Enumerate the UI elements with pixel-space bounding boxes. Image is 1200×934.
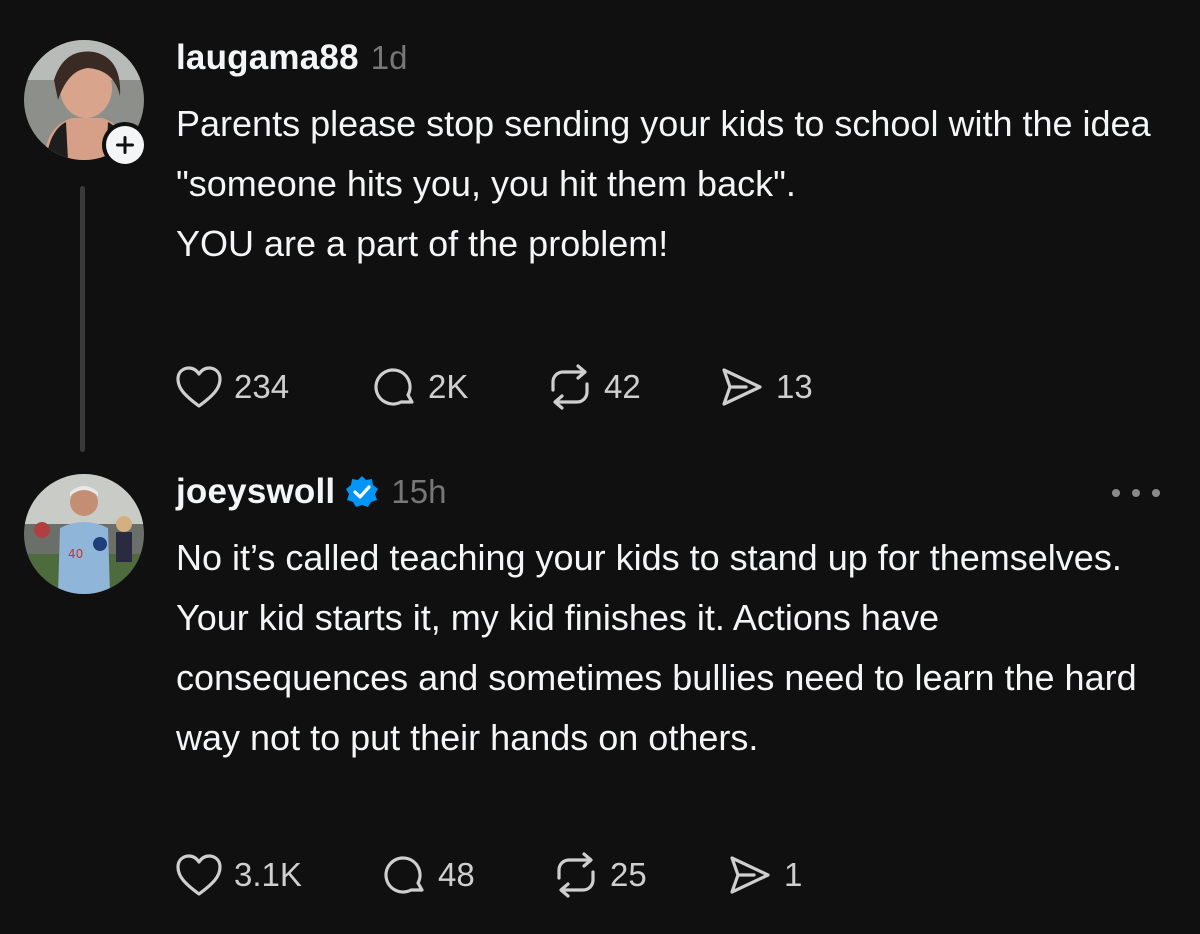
follow-button[interactable] [102,122,148,168]
post-header: joeyswoll 15h [176,472,446,512]
reply-count: 48 [438,856,475,893]
plus-icon [116,136,134,154]
like-count: 234 [234,368,290,405]
more-dots-icon [1152,489,1160,497]
repost-icon [551,364,589,410]
action-bar: 3.1K 48 25 1 [174,852,802,898]
heart-icon [176,854,222,896]
comment-icon [374,368,414,406]
post-paragraph: No it’s called teaching your kids to sta… [176,537,1137,758]
repost-count: 25 [610,856,647,893]
reply-button[interactable]: 2K [370,364,546,410]
comment-icon [384,856,424,894]
reply-button[interactable]: 48 [380,852,552,898]
username[interactable]: joeyswoll [176,472,335,512]
post-paragraph: YOU are a part of the problem! [176,223,669,264]
repost-count: 42 [604,368,641,405]
share-count: 1 [784,856,803,893]
post-text: No it’s called teaching your kids to sta… [176,528,1166,768]
avatar-image: 40 [24,474,144,594]
share-icon [722,368,762,406]
verified-badge-icon [346,476,379,507]
share-button[interactable]: 13 [718,364,813,410]
repost-icon [557,852,595,898]
share-icon [730,856,770,894]
more-dots-icon [1112,489,1120,497]
timestamp[interactable]: 15h [391,473,446,511]
like-count: 3.1K [234,856,302,893]
share-button[interactable]: 1 [726,852,802,898]
timestamp[interactable]: 1d [371,39,408,77]
username[interactable]: laugama88 [176,38,359,78]
share-count: 13 [776,368,813,405]
post-header: laugama88 1d [176,38,407,78]
more-options-button[interactable] [1112,482,1160,504]
more-dots-icon [1132,489,1140,497]
avatar-joeyswoll[interactable]: 40 [24,474,144,594]
action-bar: 234 2K 42 13 [174,364,813,410]
repost-button[interactable]: 42 [546,364,718,410]
repost-button[interactable]: 25 [552,852,726,898]
thread-connector-line [80,186,85,452]
heart-icon [176,366,222,408]
like-button[interactable]: 234 [174,364,370,410]
reply-count: 2K [428,368,469,405]
post-paragraph: Parents please stop sending your kids to… [176,103,1151,204]
like-button[interactable]: 3.1K [174,852,380,898]
svg-text:40: 40 [68,547,83,561]
post-text: Parents please stop sending your kids to… [176,94,1166,274]
